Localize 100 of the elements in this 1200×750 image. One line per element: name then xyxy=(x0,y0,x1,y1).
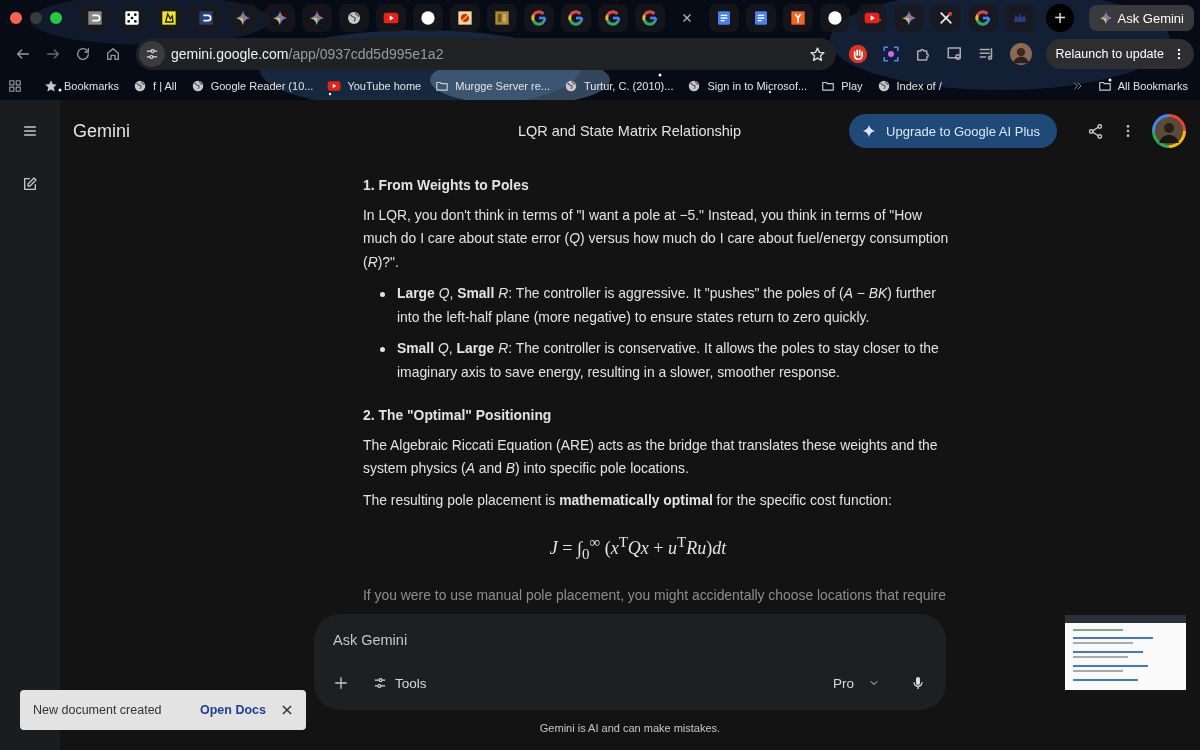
tile-icon xyxy=(789,10,806,26)
cross-icon xyxy=(937,10,954,26)
section-heading: 2. The "Optimal" Positioning xyxy=(363,406,553,425)
open-docs-link[interactable]: Open Docs xyxy=(200,703,266,717)
bullet-text: Small Q, Large R: The controller is conservative. It allows the poles to stay closer to the imaginary axis to save energy, resulting in a slower, smoother response. xyxy=(397,339,940,382)
globe-icon xyxy=(687,79,702,93)
browser-tab[interactable] xyxy=(819,4,850,32)
paragraph: The Algebraic Riccati Equation (ARE) acts as the bridge that translates these weights and the system physics (A and B) into specific pole locations. xyxy=(363,435,939,478)
bookmark[interactable]: f | All xyxy=(133,79,177,93)
toast-message: New document created xyxy=(33,703,162,717)
sparkle-icon xyxy=(1098,11,1113,25)
circle-icon xyxy=(826,10,843,26)
lens-icon[interactable] xyxy=(882,45,900,63)
g-logo-icon xyxy=(530,10,547,26)
play-icon xyxy=(382,10,399,26)
g-logo-icon xyxy=(641,10,658,26)
sparkle-icon xyxy=(862,124,877,138)
browser-tab[interactable] xyxy=(338,4,369,32)
relaunch-button[interactable]: Relaunch to update xyxy=(1045,39,1194,69)
apps-icon[interactable] xyxy=(8,79,22,93)
ask-gemini-button[interactable]: Ask Gemini xyxy=(1088,5,1194,31)
play-icon xyxy=(327,79,342,93)
forward-icon[interactable] xyxy=(45,46,61,62)
g-logo-icon xyxy=(604,10,621,26)
menu-icon[interactable] xyxy=(22,123,38,139)
new-chat-icon[interactable] xyxy=(22,176,38,192)
document-icon xyxy=(752,10,769,26)
app-name: Gemini xyxy=(73,120,130,142)
square-icon xyxy=(86,10,103,26)
close-icon xyxy=(680,12,693,24)
browser-tab[interactable] xyxy=(79,4,110,32)
star-icon xyxy=(44,79,58,93)
tools-button[interactable]: Tools xyxy=(373,675,427,691)
bookmark[interactable]: Murgge Server re... xyxy=(435,79,550,93)
disclaimer: Gemini is AI and can make mistakes. xyxy=(539,722,721,734)
g-logo-icon xyxy=(567,10,584,26)
browser-tab[interactable] xyxy=(523,4,554,32)
chat-title: LQR and State Matrix Relationship xyxy=(517,123,742,139)
browser-tab[interactable] xyxy=(486,4,517,32)
browser-tab[interactable] xyxy=(190,4,221,32)
folder-icon xyxy=(821,79,836,93)
square-icon xyxy=(197,10,214,26)
bookmark-star-icon[interactable] xyxy=(809,45,826,63)
bookmark[interactable]: Turtur, C. (2010)... xyxy=(564,79,674,93)
browser-tab[interactable] xyxy=(412,4,443,32)
circle-icon xyxy=(419,10,436,26)
back-icon[interactable] xyxy=(15,46,31,62)
browser-tab[interactable] xyxy=(634,4,665,32)
bookmark[interactable]: Index of / xyxy=(876,79,942,93)
reload-icon[interactable] xyxy=(75,46,91,62)
document-icon xyxy=(715,10,732,26)
sparkle-icon xyxy=(234,10,251,26)
browser-tab[interactable] xyxy=(930,4,961,32)
bookmark[interactable]: Sign in to Microsof... xyxy=(687,79,808,93)
browser-tab[interactable] xyxy=(745,4,776,32)
folder-icon xyxy=(1097,79,1112,93)
bookmark[interactable]: Play xyxy=(821,79,863,93)
bookmark[interactable]: All Bookmarks xyxy=(1097,79,1188,93)
globe-icon xyxy=(564,79,578,93)
home-icon[interactable] xyxy=(105,46,121,62)
browser-tab[interactable] xyxy=(153,4,184,32)
close-icon[interactable] xyxy=(280,703,294,717)
globe-icon xyxy=(876,79,891,93)
upgrade-button[interactable]: Upgrade to Google AI Plus xyxy=(849,114,1057,148)
browser-tab[interactable] xyxy=(301,4,332,32)
browser-tab[interactable] xyxy=(264,4,295,32)
prompt-field[interactable]: Ask Gemini xyxy=(333,628,633,652)
screen-search-icon[interactable] xyxy=(946,45,964,63)
browser-tab[interactable] xyxy=(967,4,998,32)
tile-icon xyxy=(160,10,177,26)
browser-tab[interactable] xyxy=(708,4,739,32)
tune-icon xyxy=(145,47,159,61)
browser-tab[interactable] xyxy=(116,4,147,32)
bookmark[interactable]: Bookmarks xyxy=(44,79,120,93)
play-icon xyxy=(863,10,880,26)
sparkle-icon xyxy=(271,10,288,26)
browser-tab[interactable] xyxy=(560,4,591,32)
globe-icon xyxy=(190,79,205,93)
chevron-double-icon[interactable] xyxy=(1071,80,1084,92)
model-picker[interactable]: Pro xyxy=(833,675,880,691)
tile-icon xyxy=(493,10,510,26)
address-bar[interactable]: gemini.google.com/app/0937cdd5d995e1a2 xyxy=(136,38,836,70)
share-icon[interactable] xyxy=(1087,122,1104,140)
bookmark[interactable]: Google Reader (10... xyxy=(190,79,314,93)
paragraph: If you were to use manual pole placement, you might accidentally choose locations that require xyxy=(363,585,947,605)
microphone-icon[interactable] xyxy=(910,675,926,691)
g-logo-icon xyxy=(974,10,991,26)
tune-icon xyxy=(373,676,387,690)
account-avatar[interactable] xyxy=(1152,114,1186,148)
browser-tab[interactable] xyxy=(227,4,258,32)
browser-tab[interactable] xyxy=(449,4,480,32)
folder-icon xyxy=(435,79,450,93)
bullet-icon xyxy=(380,347,385,352)
paragraph: In LQR, you don't think in terms of "I want a pole at −5." Instead, you think in terms of "How much do I care about state error (Q) versus how much do I care about fuel/energy consumption (R)?". xyxy=(363,205,950,272)
avatar[interactable] xyxy=(1010,43,1032,65)
browser-tab[interactable] xyxy=(782,4,813,32)
browser-tab[interactable] xyxy=(597,4,628,32)
plus-icon[interactable] xyxy=(333,675,349,691)
hand-icon[interactable] xyxy=(848,44,868,64)
bookmark[interactable]: YouTube home xyxy=(327,79,422,93)
